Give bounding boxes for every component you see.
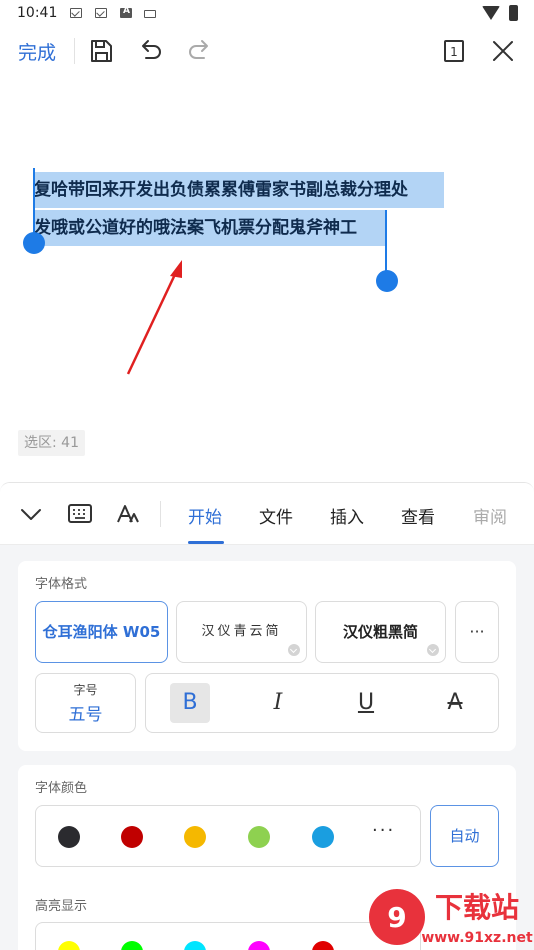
selection-count: 选区: 41	[18, 430, 85, 456]
italic-button[interactable]: I	[258, 683, 298, 723]
active-tab-indicator	[188, 541, 224, 544]
save-icon[interactable]	[86, 36, 116, 66]
auto-color-button[interactable]: 自动	[430, 805, 499, 867]
download-icon	[288, 644, 300, 656]
redo-icon[interactable]	[185, 36, 215, 66]
color-swatch-yellow[interactable]	[184, 826, 206, 848]
font-size-selector[interactable]: 字号 五号	[35, 673, 136, 733]
highlight-swatch-cyan[interactable]	[184, 941, 206, 950]
underline-button[interactable]: U	[346, 683, 386, 723]
divider	[74, 38, 75, 64]
highlight-swatch-magenta[interactable]	[248, 941, 270, 950]
more-colors-button[interactable]: ···	[372, 820, 395, 841]
page-count-icon[interactable]: 1	[439, 36, 469, 66]
battery-icon	[509, 5, 518, 21]
text-style-icon[interactable]	[115, 501, 141, 527]
font-size-label: 字号	[73, 683, 98, 697]
tab-file[interactable]: 文件	[259, 503, 293, 528]
wifi-icon	[482, 6, 500, 20]
highlight-title: 高亮显示	[35, 899, 88, 914]
highlight-swatch-yellow[interactable]	[58, 941, 80, 950]
divider	[160, 501, 161, 527]
color-swatch-group: ···	[35, 805, 421, 867]
status-bar: 10:41 A	[0, 0, 534, 28]
tab-insert[interactable]: 插入	[330, 503, 364, 528]
app-a-icon: A	[120, 6, 132, 18]
watermark-url: www.91xz.net	[421, 930, 533, 946]
close-icon[interactable]	[488, 36, 518, 66]
font-format-title: 字体格式	[35, 577, 88, 592]
selection-end-handle[interactable]	[376, 270, 398, 292]
bold-button[interactable]: B	[170, 683, 210, 723]
top-toolbar: 完成 1	[0, 28, 534, 74]
font-style-group: B I U A	[145, 673, 499, 733]
font-format-card: 字体格式 仓耳渔阳体 W05 汉仪青云简 汉仪粗黑简 ··· 字号 五号 B I…	[18, 561, 516, 751]
selection-start-handle[interactable]	[23, 232, 45, 254]
more-fonts-button[interactable]: ···	[455, 601, 499, 663]
font-option-label: 汉仪粗黑简	[342, 623, 418, 641]
svg-text:9: 9	[387, 901, 406, 934]
red-arrow-annotation	[126, 260, 182, 375]
undo-icon[interactable]	[135, 36, 165, 66]
font-color-title: 字体颜色	[35, 781, 88, 796]
page-number: 1	[450, 45, 458, 59]
font-size-value: 五号	[68, 705, 103, 725]
document-area[interactable]: 复哈带回来开发出负债累累傅雷家书副总裁分理处 发哦或公道好的哦法案飞机票分配鬼斧…	[0, 74, 534, 482]
formatting-panel: 开始 文件 插入 查看 审阅 字体格式 仓耳渔阳体 W05 汉仪青云简 汉仪粗黑…	[0, 482, 534, 950]
mail-icon	[95, 8, 107, 18]
strikethrough-button[interactable]: A	[435, 683, 475, 723]
status-time: 10:41	[17, 5, 58, 21]
watermark-logo: 9 下载站 www.91xz.net	[369, 889, 533, 946]
collapse-chevron-icon[interactable]	[18, 501, 44, 527]
keyboard-icon[interactable]	[67, 501, 93, 527]
highlight-swatch-group	[35, 922, 421, 950]
color-swatch-black[interactable]	[58, 826, 80, 848]
done-button[interactable]: 完成	[18, 38, 56, 65]
selection-start-caret	[33, 168, 35, 238]
highlight-swatch-green[interactable]	[121, 941, 143, 950]
color-swatch-blue[interactable]	[312, 826, 334, 848]
font-option-cuhei[interactable]: 汉仪粗黑简	[315, 601, 446, 663]
mail-icon	[70, 8, 82, 18]
color-swatch-green[interactable]	[248, 826, 270, 848]
download-icon	[427, 644, 439, 656]
selection-end-caret	[385, 210, 387, 272]
selected-text-line-2[interactable]: 发哦或公道好的哦法案飞机票分配鬼斧神工	[34, 210, 386, 246]
tab-view[interactable]: 查看	[401, 503, 435, 528]
font-option-cang-er[interactable]: 仓耳渔阳体 W05	[35, 601, 168, 663]
watermark-text: 下载站	[435, 891, 519, 924]
tab-review[interactable]: 审阅	[473, 503, 507, 528]
font-option-label: 汉仪青云简	[201, 624, 282, 639]
selected-text-line-1[interactable]: 复哈带回来开发出负债累累傅雷家书副总裁分理处	[34, 172, 444, 208]
tab-start[interactable]: 开始	[188, 503, 222, 528]
color-swatch-red[interactable]	[121, 826, 143, 848]
font-option-qingyun[interactable]: 汉仪青云简	[176, 601, 307, 663]
highlight-swatch-red[interactable]	[312, 941, 334, 950]
ribbon-tab-bar: 开始 文件 插入 查看 审阅	[0, 483, 534, 545]
keyboard-icon	[144, 10, 156, 18]
